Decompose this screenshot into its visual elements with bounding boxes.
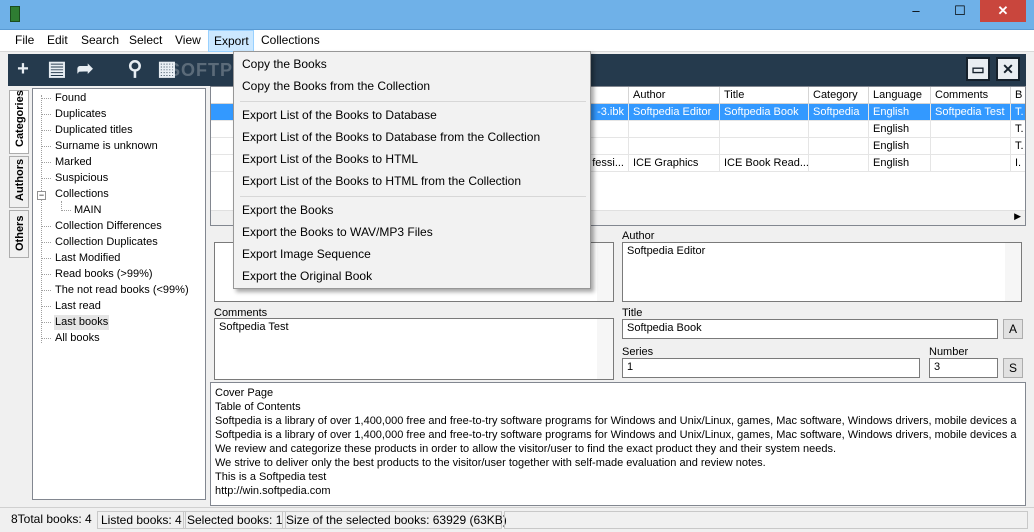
number-field[interactable]: 3 bbox=[929, 358, 998, 378]
menu-separator bbox=[240, 101, 586, 102]
textarea-scrollbar[interactable] bbox=[597, 319, 613, 379]
description-line: This is a Softpedia test bbox=[215, 471, 327, 483]
menu-select[interactable]: Select bbox=[129, 33, 162, 47]
description-line: Table of Contents bbox=[215, 401, 301, 413]
author-label: Author bbox=[622, 230, 655, 242]
menu-item-export-list-html[interactable]: Export List of the Books to HTML bbox=[242, 148, 418, 170]
textarea-scrollbar[interactable] bbox=[597, 243, 613, 301]
menu-file[interactable]: File bbox=[15, 33, 34, 47]
status-size: Size of the selected books: 63929 (63KB) bbox=[282, 511, 507, 529]
menu-separator bbox=[240, 196, 586, 197]
close-panel-button[interactable]: ✕ bbox=[996, 57, 1020, 81]
menu-item-export-image-sequence[interactable]: Export Image Sequence bbox=[242, 243, 371, 265]
tree-item-last-modified[interactable]: Last Modified bbox=[54, 251, 121, 266]
author-field[interactable]: Softpedia Editor bbox=[622, 242, 1022, 302]
tree-item-last-read[interactable]: Last read bbox=[54, 299, 102, 314]
tree-item-collection-duplicates[interactable]: Collection Duplicates bbox=[54, 235, 159, 250]
menu-item-export-list-html-collection[interactable]: Export List of the Books to HTML from th… bbox=[242, 170, 521, 192]
menu-item-export-books[interactable]: Export the Books bbox=[242, 199, 333, 221]
menu-edit[interactable]: Edit bbox=[47, 33, 68, 47]
menu-export[interactable]: Export bbox=[208, 30, 254, 52]
tree-item-suspicious[interactable]: Suspicious bbox=[54, 171, 109, 186]
category-tree[interactable]: Found Duplicates Duplicated titles Surna… bbox=[32, 88, 206, 500]
minimize-button[interactable]: – bbox=[896, 0, 936, 22]
menu-item-export-list-database-collection[interactable]: Export List of the Books to Database fro… bbox=[242, 126, 540, 148]
tree-item-main[interactable]: MAIN bbox=[73, 203, 103, 218]
tree-item-collections[interactable]: Collections bbox=[54, 187, 110, 202]
title-label: Title bbox=[622, 307, 643, 319]
description-line: http://win.softpedia.com bbox=[215, 485, 331, 497]
menu-item-copy-books-collection[interactable]: Copy the Books from the Collection bbox=[242, 75, 430, 97]
column-header-language[interactable]: Language bbox=[869, 87, 931, 104]
clipboard-icon[interactable]: ▤ bbox=[46, 58, 68, 80]
column-header-title[interactable]: Title bbox=[720, 87, 809, 104]
menu-item-copy-books[interactable]: Copy the Books bbox=[242, 53, 327, 75]
description-line: Cover Page bbox=[215, 387, 274, 399]
menu-view[interactable]: View bbox=[175, 33, 201, 47]
status-bar: 8Total books: 4 Listed books: 4 Selected… bbox=[0, 507, 1034, 532]
tab-authors[interactable]: Authors bbox=[9, 156, 29, 208]
series-field[interactable]: 1 bbox=[622, 358, 920, 378]
tab-others[interactable]: Others bbox=[9, 210, 29, 258]
description-line: We review and categorize these products … bbox=[215, 443, 837, 455]
collapse-icon[interactable]: − bbox=[37, 191, 46, 200]
app-icon bbox=[10, 6, 20, 22]
tree-item-duplicates[interactable]: Duplicates bbox=[54, 107, 107, 122]
menu-item-export-original-book[interactable]: Export the Original Book bbox=[242, 265, 372, 287]
scroll-right-icon[interactable]: ▶ bbox=[1014, 211, 1021, 222]
tree-item-marked[interactable]: Marked bbox=[54, 155, 93, 170]
forward-arrow-icon[interactable]: ➦ bbox=[74, 58, 96, 80]
menu-item-export-list-database[interactable]: Export List of the Books to Database bbox=[242, 104, 437, 126]
tree-item-all-books[interactable]: All books bbox=[54, 331, 101, 346]
tree-item-collection-differences[interactable]: Collection Differences bbox=[54, 219, 163, 234]
column-header-b[interactable]: B bbox=[1011, 87, 1025, 104]
close-button[interactable]: ✕ bbox=[980, 0, 1026, 22]
tab-categories[interactable]: Categories bbox=[9, 90, 29, 154]
menu-item-export-wav-mp3[interactable]: Export the Books to WAV/MP3 Files bbox=[242, 221, 433, 243]
status-selected: Selected books: 1 bbox=[183, 511, 287, 529]
series-label: Series bbox=[622, 346, 654, 358]
number-s-button[interactable]: S bbox=[1003, 358, 1023, 378]
status-total: 8Total books: 4 bbox=[11, 512, 92, 526]
column-header-author[interactable]: Author bbox=[629, 87, 720, 104]
menu-search[interactable]: Search bbox=[81, 33, 119, 47]
menu-bar: File Edit Search Select View Export Coll… bbox=[0, 30, 1034, 52]
description-line: Softpedia is a library of over 1,400,000… bbox=[215, 429, 1017, 441]
search-icon[interactable]: ⚲ bbox=[124, 58, 146, 80]
tree-item-duplicated-titles[interactable]: Duplicated titles bbox=[54, 123, 134, 138]
title-a-button[interactable]: A bbox=[1003, 319, 1023, 339]
column-header-comments[interactable]: Comments bbox=[931, 87, 1011, 104]
tree-item-not-read-books[interactable]: The not read books (<99%) bbox=[54, 283, 190, 298]
description-line: We strive to deliver only the best produ… bbox=[215, 457, 766, 469]
comments-field[interactable]: Softpedia Test bbox=[214, 318, 614, 380]
column-header-category[interactable]: Category bbox=[809, 87, 869, 104]
number-label: Number bbox=[929, 346, 969, 358]
status-empty bbox=[504, 511, 1028, 529]
status-listed: Listed books: 4 bbox=[97, 511, 186, 529]
tree-item-surname-unknown[interactable]: Surname is unknown bbox=[54, 139, 159, 154]
menu-collections[interactable]: Collections bbox=[261, 33, 320, 47]
description-line: Softpedia is a library of over 1,400,000… bbox=[215, 415, 1017, 427]
title-bar: – ☐ ✕ bbox=[0, 0, 1034, 30]
title-field[interactable]: Softpedia Book bbox=[622, 319, 998, 339]
tree-item-found[interactable]: Found bbox=[54, 91, 87, 106]
maximize-button[interactable]: ☐ bbox=[940, 0, 980, 22]
add-icon[interactable]: + bbox=[12, 58, 34, 80]
restore-panel-button[interactable]: ▭ bbox=[966, 57, 990, 81]
description-panel[interactable]: Cover Page Table of Contents Softpedia i… bbox=[210, 382, 1026, 506]
textarea-scrollbar[interactable] bbox=[1005, 243, 1021, 301]
export-menu: Copy the Books Copy the Books from the C… bbox=[233, 51, 591, 289]
tree-item-last-books[interactable]: Last books bbox=[54, 315, 110, 330]
tree-item-read-books[interactable]: Read books (>99%) bbox=[54, 267, 154, 282]
